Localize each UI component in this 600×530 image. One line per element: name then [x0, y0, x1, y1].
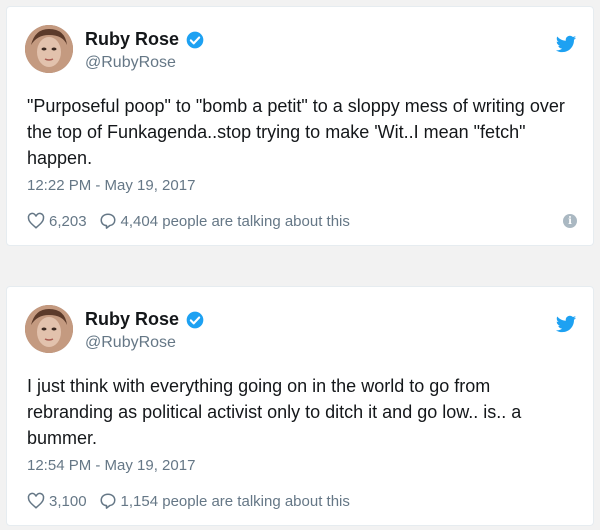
heart-icon[interactable] [27, 212, 45, 230]
tweet-actions: 3,100 1,154 people are talking about thi… [27, 492, 577, 510]
timestamp[interactable]: 12:54 PM - May 19, 2017 [27, 457, 195, 474]
timestamp[interactable]: 12:22 PM - May 19, 2017 [27, 177, 195, 194]
tweet-text: "Purposeful poop" to "bomb a petit" to a… [27, 96, 565, 168]
tweet-actions: 6,203 4,404 people are talking about thi… [27, 212, 577, 230]
avatar[interactable] [25, 305, 73, 353]
tweet-text: I just think with everything going on in… [27, 376, 522, 448]
info-icon[interactable]: i [563, 214, 577, 228]
twitter-bird-icon[interactable] [555, 313, 577, 335]
twitter-bird-icon[interactable] [555, 33, 577, 55]
heart-icon[interactable] [27, 492, 45, 510]
display-name[interactable]: Ruby Rose [85, 29, 205, 50]
display-name-label[interactable]: Ruby Rose [85, 29, 179, 50]
display-name-label[interactable]: Ruby Rose [85, 309, 179, 330]
tweet-card: Ruby Rose @RubyRose "Purposeful poop" to… [6, 6, 594, 246]
verified-badge-icon [186, 311, 204, 328]
tweet-card: Ruby Rose @RubyRose I just think with ev… [6, 286, 594, 526]
speech-bubble-icon[interactable] [99, 492, 117, 510]
verified-badge-icon [186, 31, 204, 48]
display-name[interactable]: Ruby Rose [85, 309, 205, 330]
user-handle[interactable]: @RubyRose [85, 54, 176, 72]
like-count[interactable]: 3,100 [49, 493, 87, 510]
speech-bubble-icon[interactable] [99, 212, 117, 230]
user-handle[interactable]: @RubyRose [85, 334, 176, 352]
like-count[interactable]: 6,203 [49, 213, 87, 230]
avatar[interactable] [25, 25, 73, 73]
talking-count[interactable]: 1,154 people are talking about this [121, 493, 350, 510]
talking-count[interactable]: 4,404 people are talking about this [121, 213, 350, 230]
